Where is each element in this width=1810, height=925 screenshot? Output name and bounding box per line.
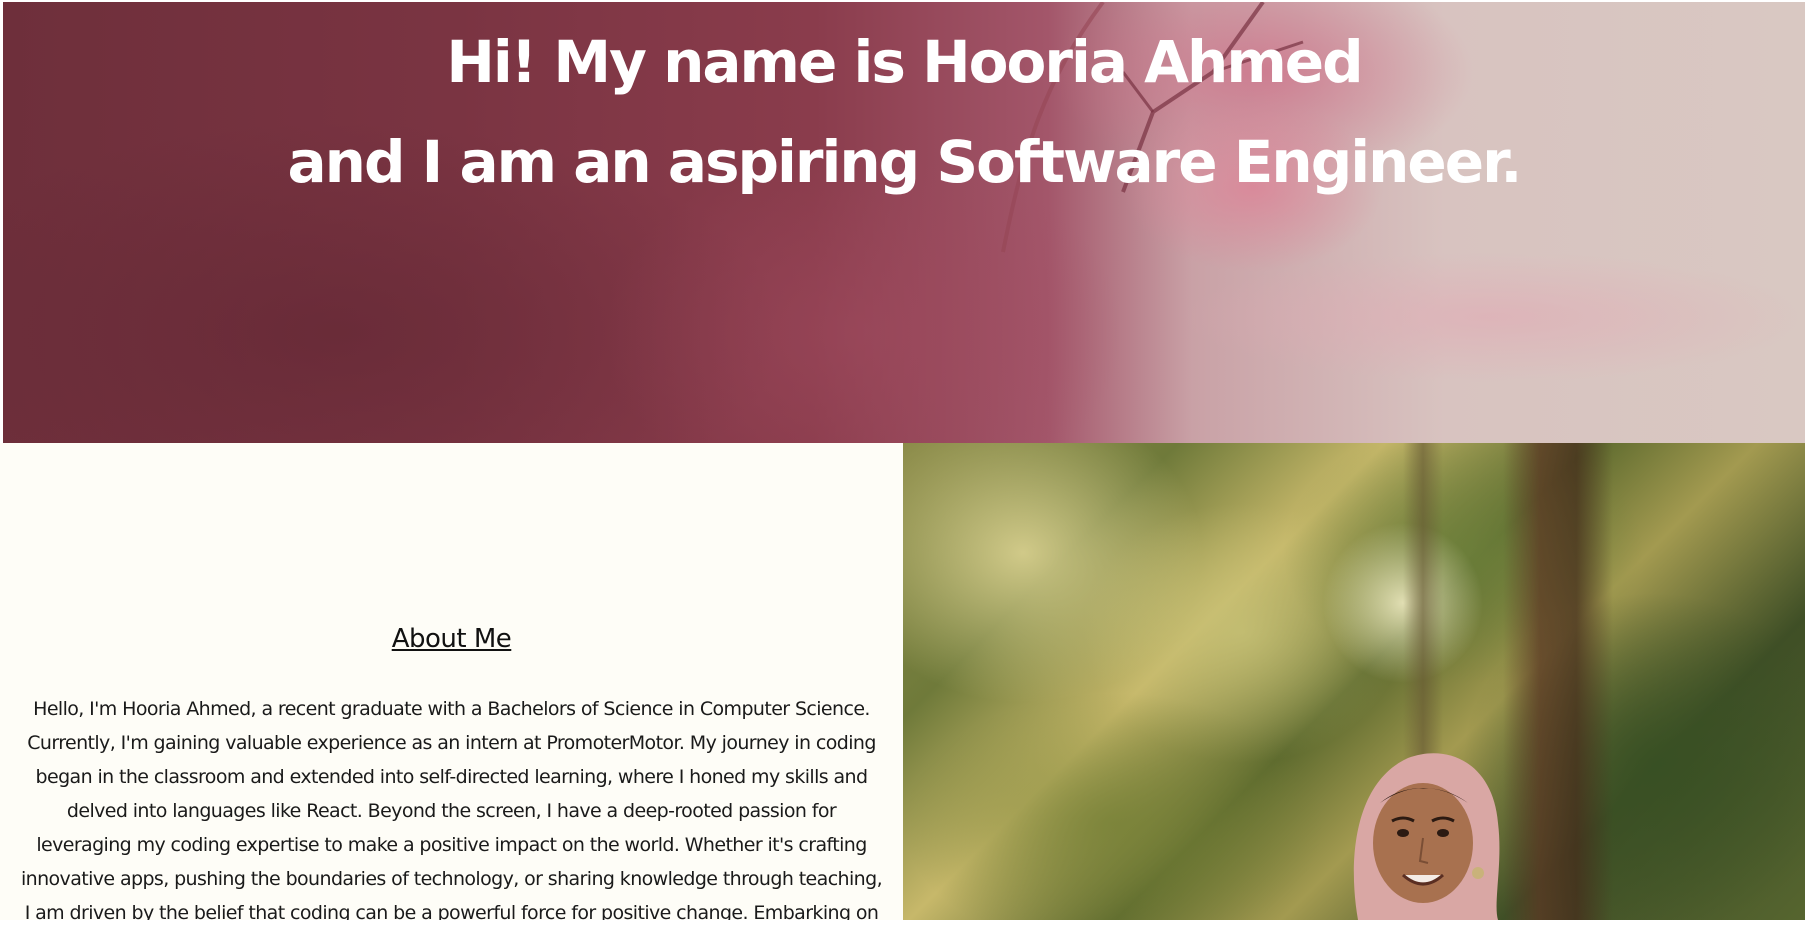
photo-tree-trunk — [1503, 443, 1613, 920]
about-heading: About Me — [391, 624, 512, 654]
hero-title-line-2: and I am an aspiring Software Engineer. — [287, 128, 1523, 196]
hero-title: Hi! My name is Hooria Ahmed and I am an … — [3, 12, 1805, 212]
about-section: About Me Hello, I'm Hooria Ahmed, a rece… — [0, 443, 903, 920]
about-text-line: began in the classroom and extended into… — [35, 766, 869, 788]
about-text-line: Currently, I'm gaining valuable experien… — [27, 732, 876, 754]
about-text-line: innovative apps, pushing the boundaries … — [20, 868, 883, 890]
about-text-line: delved into languages like React. Beyond… — [66, 800, 837, 822]
about-text: Hello, I'm Hooria Ahmed, a recent gradua… — [2, 692, 901, 920]
portfolio-page: Hi! My name is Hooria Ahmed and I am an … — [0, 0, 1810, 925]
about-text-line: leveraging my coding expertise to make a… — [36, 834, 867, 856]
person-illustration — [1353, 753, 1500, 920]
page-bottom-edge — [0, 920, 1810, 925]
about-text-line: Hello, I'm Hooria Ahmed, a recent gradua… — [33, 698, 870, 720]
about-text-line: I am driven by the belief that coding ca… — [24, 902, 879, 920]
profile-photo — [903, 443, 1805, 920]
hero-banner: Hi! My name is Hooria Ahmed and I am an … — [3, 2, 1805, 443]
hero-title-line-1: Hi! My name is Hooria Ahmed — [446, 28, 1363, 96]
